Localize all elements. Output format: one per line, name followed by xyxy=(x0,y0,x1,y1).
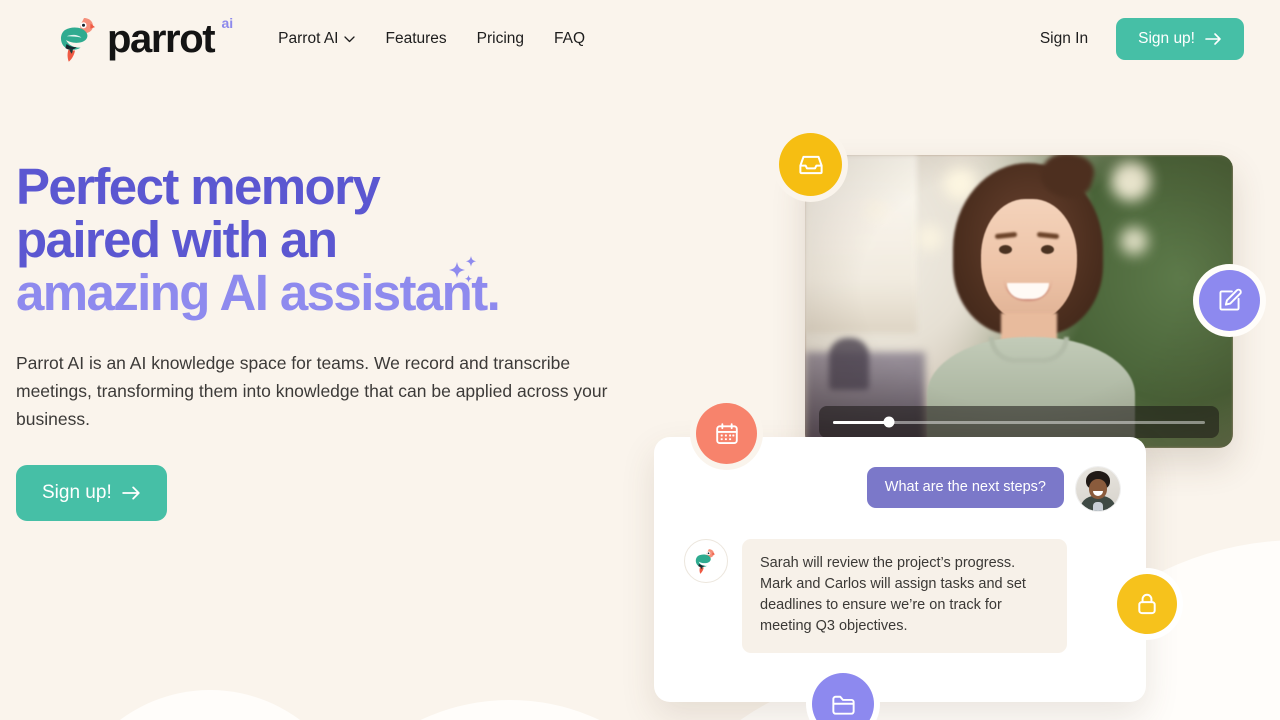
page-title: Perfect memory paired with an amazing AI… xyxy=(16,160,676,319)
chat-bubble-question: What are the next steps? xyxy=(866,467,1064,508)
headline-line-3: amazing AI assistant. xyxy=(16,264,501,321)
hero-sign-up-button[interactable]: Sign up! xyxy=(16,465,167,521)
chat-preview-card: What are the next steps? Sarah will revi… xyxy=(654,437,1146,702)
chat-bubble-answer: Sarah will review the project’s progress… xyxy=(742,539,1067,653)
calendar-badge[interactable] xyxy=(696,403,757,464)
brand-logo[interactable]: parrot ai xyxy=(60,16,233,62)
video-still-image xyxy=(805,155,1233,448)
inbox-icon xyxy=(798,155,823,174)
lock-icon xyxy=(1138,593,1156,615)
video-progress-handle[interactable] xyxy=(883,416,895,428)
nav-label: Features xyxy=(385,30,447,47)
chat-message-outgoing: What are the next steps? xyxy=(684,467,1120,511)
sparkles-icon xyxy=(449,256,477,283)
arrow-right-icon xyxy=(1205,33,1221,45)
parrot-logo-icon xyxy=(60,18,95,62)
nav-label: FAQ xyxy=(554,30,586,47)
nav-item-faq[interactable]: FAQ xyxy=(554,30,585,48)
inbox-badge[interactable] xyxy=(779,133,842,196)
hero-section: Perfect memory paired with an amazing AI… xyxy=(16,160,676,521)
header-sign-up-label: Sign up! xyxy=(1138,30,1195,47)
arrow-right-icon xyxy=(121,486,140,500)
brand-word-text: parrot xyxy=(107,17,216,61)
nav-label: Pricing xyxy=(476,30,525,47)
hero-description: Parrot AI is an AI knowledge space for t… xyxy=(16,353,608,429)
nav-item-parrot-ai[interactable]: Parrot AI xyxy=(278,30,356,48)
nav-item-pricing[interactable]: Pricing xyxy=(477,30,524,48)
edit-badge[interactable] xyxy=(1199,270,1260,331)
nav-item-features[interactable]: Features xyxy=(385,30,446,48)
site-header: parrot ai Parrot AI Features Pricing FAQ xyxy=(0,0,1280,78)
edit-square-icon xyxy=(1219,288,1242,311)
brand-wordmark: parrot ai xyxy=(107,16,233,61)
folder-icon xyxy=(831,695,855,715)
landing-page: parrot ai Parrot AI Features Pricing FAQ xyxy=(0,0,1280,720)
parrot-bot-avatar xyxy=(684,539,728,583)
headline-line-2: paired with an xyxy=(16,211,338,268)
chat-message-incoming: Sarah will review the project’s progress… xyxy=(684,539,1120,653)
video-progress-filled xyxy=(833,420,889,424)
cloud-shape xyxy=(60,690,360,720)
video-progress-bar[interactable] xyxy=(819,406,1219,438)
user-avatar xyxy=(1076,467,1120,511)
brand-superscript: ai xyxy=(221,15,234,31)
hero-sign-up-label: Sign up! xyxy=(42,482,112,503)
cloud-shape xyxy=(300,700,720,720)
main-navigation: Parrot AI Features Pricing FAQ xyxy=(278,30,585,48)
headline-line-1: Perfect memory xyxy=(16,158,381,215)
calendar-icon xyxy=(715,422,738,444)
video-preview-card[interactable] xyxy=(805,155,1233,448)
chevron-down-icon xyxy=(344,35,356,42)
video-progress-track[interactable] xyxy=(833,416,1205,428)
header-sign-up-button[interactable]: Sign up! xyxy=(1116,18,1244,60)
lock-badge[interactable] xyxy=(1117,574,1177,634)
nav-label: Parrot AI xyxy=(278,30,339,47)
sign-in-link[interactable]: Sign In xyxy=(1040,30,1088,48)
parrot-logo-icon xyxy=(695,549,716,574)
